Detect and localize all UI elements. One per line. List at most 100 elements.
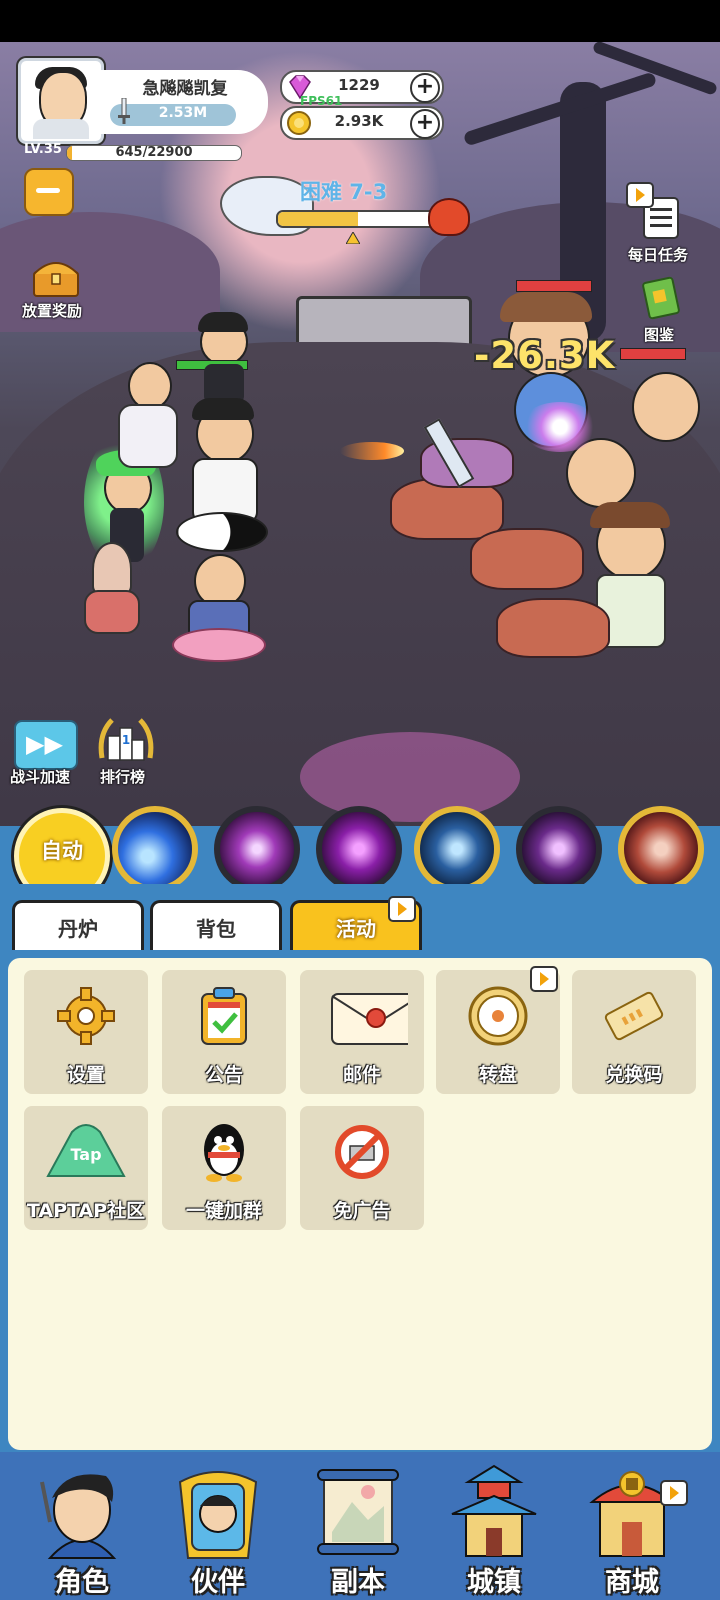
add-gems-button[interactable]: + — [410, 73, 440, 103]
ranking-label[interactable]: 排行榜 — [100, 766, 145, 787]
player-level: LV.35 — [24, 142, 62, 157]
tile-label: 免广告 — [333, 1200, 391, 1222]
tile-label: 邮件 — [342, 1064, 381, 1086]
mail-tile[interactable]: 邮件 — [300, 970, 424, 1094]
fast-forward-icon: ▶▶ — [26, 730, 63, 758]
tab-backpack[interactable]: 背包 — [150, 900, 282, 951]
yin-yang-platform — [176, 512, 268, 552]
penguin-icon — [204, 1124, 244, 1182]
beast-roar-skill-icon[interactable] — [618, 806, 704, 892]
tile-label: 兑换码 — [605, 1064, 663, 1086]
enemy-health-bar — [620, 348, 686, 360]
hero-lady — [128, 362, 172, 410]
purple-vortex-skill-icon[interactable] — [316, 806, 402, 892]
magic-glow — [300, 732, 520, 822]
nav-label: 副本 — [331, 1567, 385, 1598]
battle-speed-label[interactable]: 战斗加速 — [10, 766, 70, 787]
join-group-tile[interactable]: 一键加群 — [162, 1106, 286, 1230]
video-ad-badge-icon — [530, 966, 558, 992]
menu-button[interactable] — [24, 168, 74, 216]
stage-progress-bar — [276, 210, 440, 228]
gem-amount: 1229 — [338, 76, 380, 94]
wheel-icon — [468, 986, 528, 1046]
enemy-hair — [590, 502, 670, 528]
combat-power-value: 2.53M — [158, 105, 208, 121]
daily-tasks-label[interactable]: 每日任务 — [628, 244, 688, 265]
nav-label: 城镇 — [467, 1567, 521, 1598]
ticket-icon — [604, 991, 664, 1041]
experience-text: 645/22900 — [115, 145, 193, 160]
experience-bar: 645/22900 — [66, 145, 242, 161]
stage-label: 困难 7-3 — [300, 180, 388, 204]
tab-label: 背包 — [196, 917, 236, 941]
coin-counter: 2.93K + — [280, 106, 444, 140]
dark-shuriken-skill-icon[interactable] — [516, 806, 602, 892]
video-ad-badge-icon — [660, 1480, 688, 1506]
gear-icon — [57, 987, 115, 1045]
tile-label: TAPTAP社区 — [26, 1200, 146, 1222]
squid-pet-body — [84, 590, 140, 634]
damage-number: -26.3K — [474, 334, 616, 377]
fireball-projectile — [340, 442, 404, 460]
player-avatar[interactable] — [18, 58, 104, 144]
nav-label: 角色 — [55, 1567, 109, 1598]
boss-icon[interactable] — [428, 198, 470, 236]
tab-label: 丹炉 — [58, 917, 98, 941]
nav-character[interactable]: 角色 — [20, 1456, 144, 1598]
announcement-tile[interactable]: 公告 — [162, 970, 286, 1094]
purple-lightning-skill-icon[interactable] — [214, 806, 300, 892]
squid-pet — [92, 542, 132, 596]
codex-book-icon[interactable] — [640, 276, 682, 320]
remove-ads-tile[interactable]: 免广告 — [300, 1106, 424, 1230]
enemy-hair — [500, 292, 592, 322]
nav-shop[interactable]: 商城 — [570, 1456, 694, 1598]
coin-icon — [287, 111, 311, 135]
idle-reward-label[interactable]: 放置奖励 — [22, 300, 82, 321]
add-coins-button[interactable]: + — [410, 109, 440, 139]
hero-hair — [192, 398, 254, 420]
envelope-icon — [331, 993, 408, 1045]
partner-icon — [178, 1471, 258, 1559]
pagoda-icon — [451, 1464, 537, 1557]
tab-alchemy-furnace[interactable]: 丹炉 — [12, 900, 144, 951]
video-ad-badge-icon — [388, 896, 416, 922]
ranking-podium-icon[interactable]: 1 — [96, 714, 156, 768]
lotus-platform — [172, 628, 266, 662]
scroll-icon — [317, 1469, 399, 1555]
nav-partner[interactable]: 伙伴 — [156, 1456, 280, 1598]
hero-lady-robe — [118, 404, 178, 468]
video-ad-badge-icon — [626, 182, 654, 208]
wolf-enemy — [470, 528, 584, 590]
clipboard-check-icon — [201, 987, 247, 1045]
player-name-card: 急飚飚凯复 2.53M — [100, 70, 268, 134]
hit-flash — [520, 402, 600, 452]
stage-marker-icon — [346, 232, 360, 244]
codex-label[interactable]: 图鉴 — [644, 324, 674, 345]
ice-rune-skill-icon[interactable] — [414, 806, 500, 892]
combat-power-pill: 2.53M — [110, 98, 236, 126]
nav-town[interactable]: 城镇 — [432, 1456, 556, 1598]
enemy-head — [632, 372, 700, 442]
tile-label: 转盘 — [478, 1064, 517, 1086]
taptap-icon: Tap — [46, 1124, 126, 1177]
taptap-community-tile[interactable]: Tap TAPTAP社区 — [24, 1106, 148, 1230]
sword-icon — [118, 98, 130, 124]
tile-label: 设置 — [66, 1064, 105, 1086]
tile-label: 一键加群 — [185, 1200, 262, 1222]
coin-amount: 2.93K — [334, 112, 384, 130]
tile-label: 公告 — [204, 1064, 243, 1086]
treasure-chest-icon[interactable] — [30, 256, 82, 298]
enemy-health-bar — [516, 280, 592, 292]
redeem-code-tile[interactable]: 兑换码 — [572, 970, 696, 1094]
nav-dungeon[interactable]: 副本 — [296, 1456, 420, 1598]
player-name: 急飚飚凯复 — [142, 79, 228, 99]
battle-speed-button[interactable]: ▶▶ — [14, 720, 78, 770]
stage-progress-fill — [278, 212, 358, 226]
no-ads-icon — [335, 1125, 389, 1179]
settings-tile[interactable]: 设置 — [24, 970, 148, 1094]
shop-icon — [589, 1471, 675, 1557]
nav-label: 商城 — [605, 1567, 659, 1598]
nav-label: 伙伴 — [191, 1567, 245, 1598]
character-icon — [40, 1474, 117, 1559]
blue-comet-skill-icon[interactable] — [112, 806, 198, 892]
